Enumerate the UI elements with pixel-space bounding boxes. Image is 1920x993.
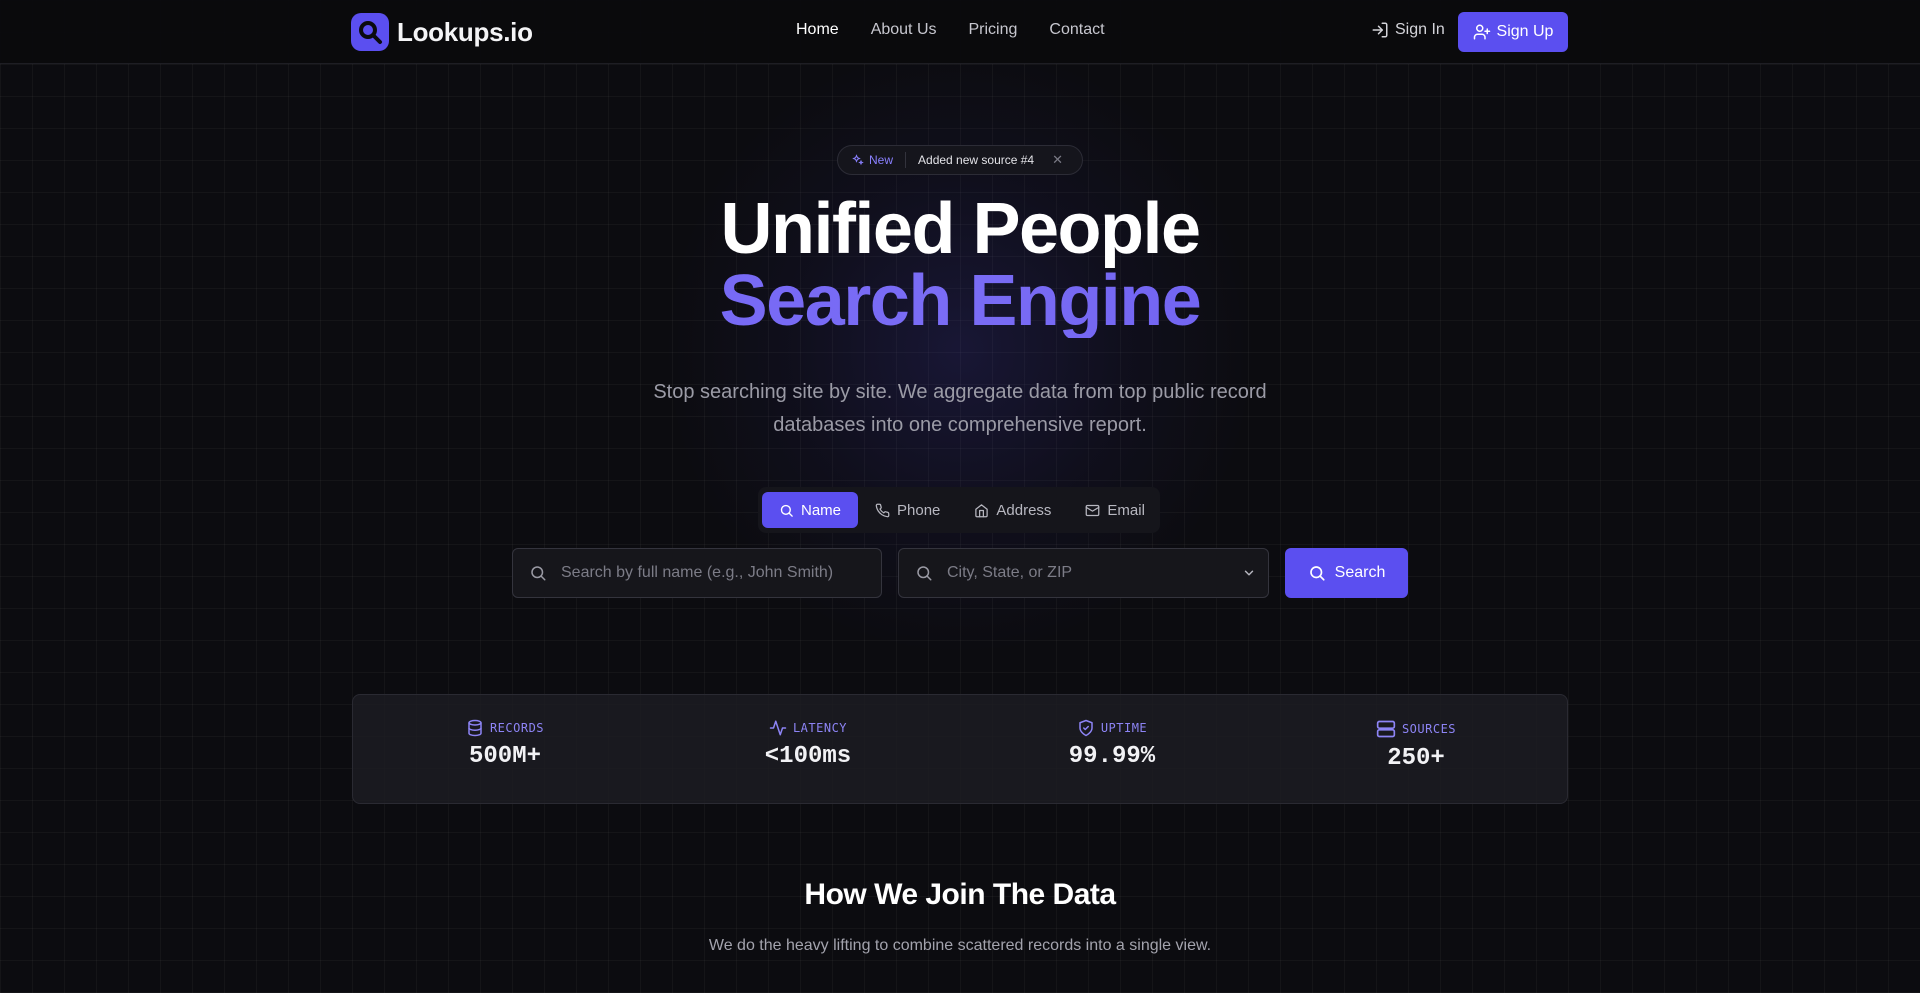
search-icon xyxy=(531,566,546,581)
hero-title-line2: Search Engine xyxy=(0,264,1920,338)
announcement-pill[interactable]: New Added new source #4 ✕ xyxy=(837,145,1083,175)
sparkles-icon xyxy=(852,154,864,166)
sign-in-button[interactable]: Sign In xyxy=(1371,21,1445,39)
hero-title-line1: Unified People xyxy=(720,189,1201,269)
search-icon xyxy=(1309,566,1325,581)
server-icon xyxy=(1376,720,1396,738)
name-input-placeholder: Search by full name (e.g., John Smith) xyxy=(561,564,834,581)
new-badge-label: New xyxy=(869,153,894,167)
chevron-down-icon[interactable] xyxy=(1242,566,1256,580)
main-nav: Home About Us Pricing Contact xyxy=(796,21,1105,39)
name-search-input[interactable]: Search by full name (e.g., John Smith) xyxy=(512,548,882,598)
search-button[interactable]: Search xyxy=(1285,548,1408,598)
tab-name[interactable]: Name xyxy=(762,492,859,528)
section-subtitle: We do the heavy lifting to combine scatt… xyxy=(708,937,1212,954)
tab-address[interactable]: Address xyxy=(957,492,1068,528)
brand-logo[interactable]: Lookups.io xyxy=(351,13,533,51)
stat-records: RECORDS 500M+ xyxy=(405,719,605,770)
log-in-icon xyxy=(1372,22,1388,38)
stat-uptime-label: UPTIME xyxy=(1100,721,1148,735)
location-input[interactable]: City, State, or ZIP xyxy=(898,548,1269,598)
search-icon xyxy=(780,504,793,517)
stat-sources-value: 250+ xyxy=(1387,745,1445,772)
stat-latency-value: <100ms xyxy=(764,743,852,770)
stats-panel: RECORDS 500M+ LATENCY <100ms UPTIME 99.9… xyxy=(352,694,1568,804)
brand-name: Lookups.io xyxy=(397,16,533,47)
tab-phone-label: Phone xyxy=(897,501,941,519)
sign-in-label: Sign In xyxy=(1395,21,1445,38)
announcement-message: Added new source #4 xyxy=(918,153,1035,167)
tab-phone[interactable]: Phone xyxy=(858,492,957,528)
nav-pricing[interactable]: Pricing xyxy=(969,21,1018,39)
stat-records-label: RECORDS xyxy=(489,721,545,735)
search-button-label: Search xyxy=(1334,564,1386,581)
shield-check-icon xyxy=(1079,719,1093,737)
nav-contact[interactable]: Contact xyxy=(1049,21,1104,39)
tab-address-label: Address xyxy=(996,501,1052,519)
stat-sources: SOURCES 250+ xyxy=(1316,719,1516,772)
sign-up-label: Sign Up xyxy=(1496,23,1554,40)
tab-email[interactable]: Email xyxy=(1068,492,1162,528)
tab-name-label: Name xyxy=(801,501,842,519)
home-icon xyxy=(975,503,989,517)
logo-search-icon xyxy=(351,13,389,51)
section-title: How We Join The Data xyxy=(804,878,1116,911)
mail-icon xyxy=(1086,504,1100,516)
search-type-tabs: Name Phone Address Email xyxy=(758,487,1160,533)
close-icon[interactable]: ✕ xyxy=(1052,152,1063,168)
stat-uptime-value: 99.99% xyxy=(1068,743,1156,770)
stat-sources-label: SOURCES xyxy=(1401,722,1457,736)
nav-home[interactable]: Home xyxy=(796,21,839,39)
stat-records-value: 500M+ xyxy=(468,743,541,770)
top-navbar: Lookups.io Home About Us Pricing Contact… xyxy=(0,0,1920,64)
pill-divider xyxy=(905,152,907,168)
tab-email-label: Email xyxy=(1107,501,1145,519)
stat-uptime: UPTIME 99.99% xyxy=(1012,719,1212,770)
sign-up-button[interactable]: Sign Up xyxy=(1458,12,1568,52)
phone-icon xyxy=(875,503,890,517)
stat-latency: LATENCY <100ms xyxy=(708,719,908,770)
activity-icon xyxy=(769,720,787,736)
nav-about-us[interactable]: About Us xyxy=(871,21,937,39)
user-plus-icon xyxy=(1473,24,1490,40)
database-icon xyxy=(468,719,482,737)
new-badge: New xyxy=(852,153,893,167)
hero-subtitle: Stop searching site by site. We aggregat… xyxy=(653,381,1267,436)
search-icon xyxy=(917,566,932,581)
stat-latency-label: LATENCY xyxy=(792,721,848,735)
location-input-placeholder: City, State, or ZIP xyxy=(947,564,1073,581)
